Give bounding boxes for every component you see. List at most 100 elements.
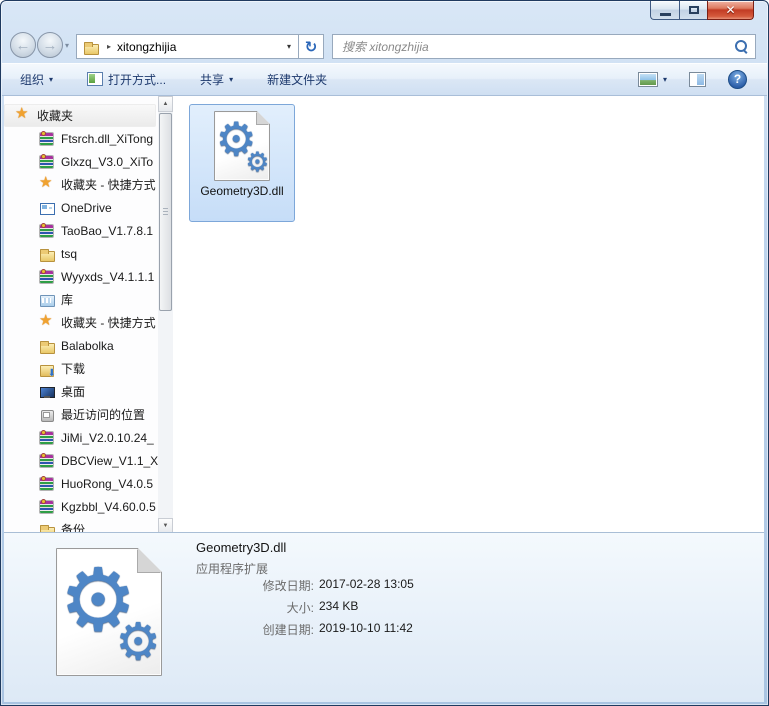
breadcrumb-arrow-icon[interactable]: ▸ [107,42,111,51]
sidebar-scrollbar[interactable]: ▲ ▼ [158,96,173,534]
sidebar-item[interactable]: tsq [4,242,158,265]
breadcrumb-folder[interactable]: xitongzhijia [117,40,176,54]
sidebar-item[interactable]: 收藏夹 - 快捷方式 [4,173,158,196]
share-label: 共享 [200,72,225,87]
sidebar-item-label: HuoRong_V4.0.5 [61,476,154,491]
address-bar[interactable]: ▸ xitongzhijia ▾ [76,34,298,59]
close-button[interactable]: ✕ [707,1,754,20]
file-name-label: Geometry3D.dll [200,184,284,198]
sidebar-item-label: DBCView_V1.1_X [61,453,158,468]
scroll-up-button[interactable]: ▲ [158,96,173,112]
file-item-selected[interactable]: ⚙ ⚙ Geometry3D.dll [189,104,295,222]
address-dropdown-icon[interactable]: ▾ [284,42,294,51]
sidebar-item[interactable]: DBCView_V1.1_X [4,449,158,472]
sidebar-item[interactable]: HuoRong_V4.0.5 [4,472,158,495]
change-view-button[interactable]: ▾ [632,68,673,91]
organize-label: 组织 [20,72,45,87]
sidebar-item-label: Wyyxds_V4.1.1.1 [61,269,155,284]
preview-pane-icon [689,71,706,87]
new-folder-label: 新建文件夹 [267,72,328,87]
navigation-pane: 收藏夹 Ftsrch.dll_XiTong Glxzq_V3.0_XiTo 收藏… [4,96,173,534]
minimize-button[interactable] [650,1,679,20]
toolbar-right-icons: ▾ ? [632,66,753,93]
details-field-label: 大小: [286,601,314,615]
sidebar-items: 收藏夹 Ftsrch.dll_XiTong Glxzq_V3.0_XiTo 收藏… [4,104,158,534]
forward-button[interactable]: → [37,32,63,58]
dll-file-icon-large: ⚙ ⚙ [56,548,162,676]
sidebar-item[interactable]: Glxzq_V3.0_XiTo [4,150,158,173]
details-field-value: 2019-10-10 11:42 [319,621,413,635]
new-folder-button[interactable]: 新建文件夹 [261,67,333,92]
search-icon[interactable] [734,39,749,54]
sidebar-item[interactable]: 库 [4,288,158,311]
window-controls: ✕ [650,1,754,20]
sidebar-item[interactable]: 桌面 [4,380,158,403]
help-button[interactable]: ? [722,66,753,93]
archive-icon [39,131,55,147]
help-icon: ? [728,69,747,89]
maximize-button[interactable] [679,1,707,20]
favorites-shortcut-icon [39,175,55,193]
open-with-button[interactable]: 打开方式... [81,67,172,92]
scrollbar-thumb[interactable] [159,113,172,311]
sidebar-item-label: 收藏夹 [37,109,74,123]
sidebar-item[interactable]: Wyyxds_V4.1.1.1 [4,265,158,288]
sidebar-item-label: Balabolka [61,338,114,353]
sidebar-item-label: Ftsrch.dll_XiTong [61,131,154,146]
sidebar-item[interactable]: OneDrive [4,196,158,219]
favorites-icon [15,106,31,124]
explorer-window: ✕ ← → ▾ ▸ xitongzhijia ▾ ↻ 搜索 xitongzhij… [0,0,769,706]
back-button[interactable]: ← [10,32,36,58]
sidebar-item[interactable]: TaoBao_V1.7.8.1 [4,219,158,242]
refresh-button[interactable]: ↻ [298,34,324,59]
maximize-icon [688,6,699,14]
details-fields: 修改日期: 2017-02-28 13:05 大小: 234 KB 创建日期: … [196,577,414,643]
navigation-bar: ← → ▾ ▸ xitongzhijia ▾ ↻ 搜索 xitongzhijia [1,29,768,63]
forward-icon: → [42,36,58,54]
details-field-row: 创建日期: 2019-10-10 11:42 [196,621,414,638]
share-button[interactable]: 共享 ▾ [194,67,239,92]
details-field-label: 创建日期: [262,623,314,637]
open-with-label: 打开方式... [108,72,167,87]
details-field-value: 2017-02-28 13:05 [319,577,414,591]
minimize-icon [659,12,671,16]
search-input[interactable]: 搜索 xitongzhijia [342,38,734,55]
details-field-value: 234 KB [319,599,359,613]
sidebar-item-label: 桌面 [61,385,86,399]
details-field-label: 修改日期: [262,579,314,593]
file-list-pane[interactable]: ⚙ ⚙ Geometry3D.dll [174,96,764,534]
sidebar-item[interactable]: 收藏夹 - 快捷方式 [4,311,158,334]
sidebar-item-label: OneDrive [61,200,112,215]
archive-icon [39,154,55,170]
details-pane: ⚙ ⚙ Geometry3D.dll 应用程序扩展 修改日期: 2017-02-… [4,532,764,702]
recent-places-icon [39,407,55,423]
downloads-icon [39,361,56,379]
search-box[interactable]: 搜索 xitongzhijia [332,34,756,59]
preview-pane-button[interactable] [683,68,712,91]
window-body: 收藏夹 Ftsrch.dll_XiTong Glxzq_V3.0_XiTo 收藏… [4,96,764,702]
onedrive-icon [39,200,55,216]
details-field-row: 修改日期: 2017-02-28 13:05 [196,577,414,594]
dll-file-icon: ⚙ ⚙ [214,111,270,181]
sidebar-item[interactable]: 最近访问的位置 [4,403,158,426]
folder-icon [39,338,55,354]
sidebar-item[interactable]: Ftsrch.dll_XiTong [4,127,158,150]
close-icon: ✕ [725,3,736,17]
gear-icon: ⚙ [115,612,161,672]
sidebar-item-label: Glxzq_V3.0_XiTo [61,154,154,169]
chevron-down-icon: ▾ [229,74,234,84]
sidebar-item-label: JiMi_V2.0.10.24_ [61,430,154,445]
sidebar-item[interactable]: 收藏夹 [4,104,156,127]
sidebar-item[interactable]: Kgzbbl_V4.60.0.5 [4,495,158,518]
archive-icon [39,453,55,469]
command-toolbar: 组织 ▾ 打开方式... 共享 ▾ 新建文件夹 ▾ ? [2,63,767,96]
sidebar-item[interactable]: 下载 [4,357,158,380]
sidebar-item-label: 库 [61,293,74,307]
organize-button[interactable]: 组织 ▾ [14,67,59,92]
gear-icon: ⚙ [245,146,270,178]
desktop-icon [39,384,55,400]
libraries-icon [39,292,55,308]
history-dropdown[interactable]: ▾ [65,41,69,50]
sidebar-item[interactable]: Balabolka [4,334,158,357]
sidebar-item[interactable]: JiMi_V2.0.10.24_ [4,426,158,449]
